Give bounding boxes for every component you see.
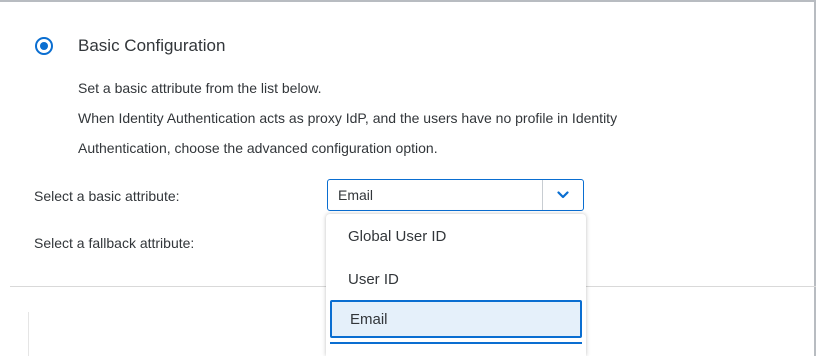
basic-configuration-label[interactable]: Basic Configuration [78,36,225,56]
attribute-dropdown-list: Global User ID User ID Email [326,214,586,356]
option-label: User ID [348,271,399,288]
dropdown-toggle-button[interactable] [542,180,583,210]
panel-border-top [0,0,816,2]
basic-attribute-value: Email [338,187,374,203]
dropdown-option-email[interactable]: Email [330,300,582,338]
option-label: Email [350,311,388,328]
lower-section-border [28,312,29,356]
option-underline [330,342,582,344]
chevron-down-icon [557,191,569,199]
description-line-2: When Identity Authentication acts as pro… [78,110,618,126]
basic-attribute-select[interactable]: Email [327,179,584,211]
basic-attribute-label: Select a basic attribute: [34,188,180,204]
option-label: Global User ID [348,228,447,245]
dropdown-option-global-user-id[interactable]: Global User ID [326,215,584,258]
fallback-attribute-label: Select a fallback attribute: [34,235,195,251]
description-line-3: Authentication, choose the advanced conf… [78,140,438,156]
description-line-1: Set a basic attribute from the list belo… [78,80,322,96]
dropdown-option-user-id[interactable]: User ID [326,258,584,301]
basic-configuration-radio[interactable] [35,37,53,55]
